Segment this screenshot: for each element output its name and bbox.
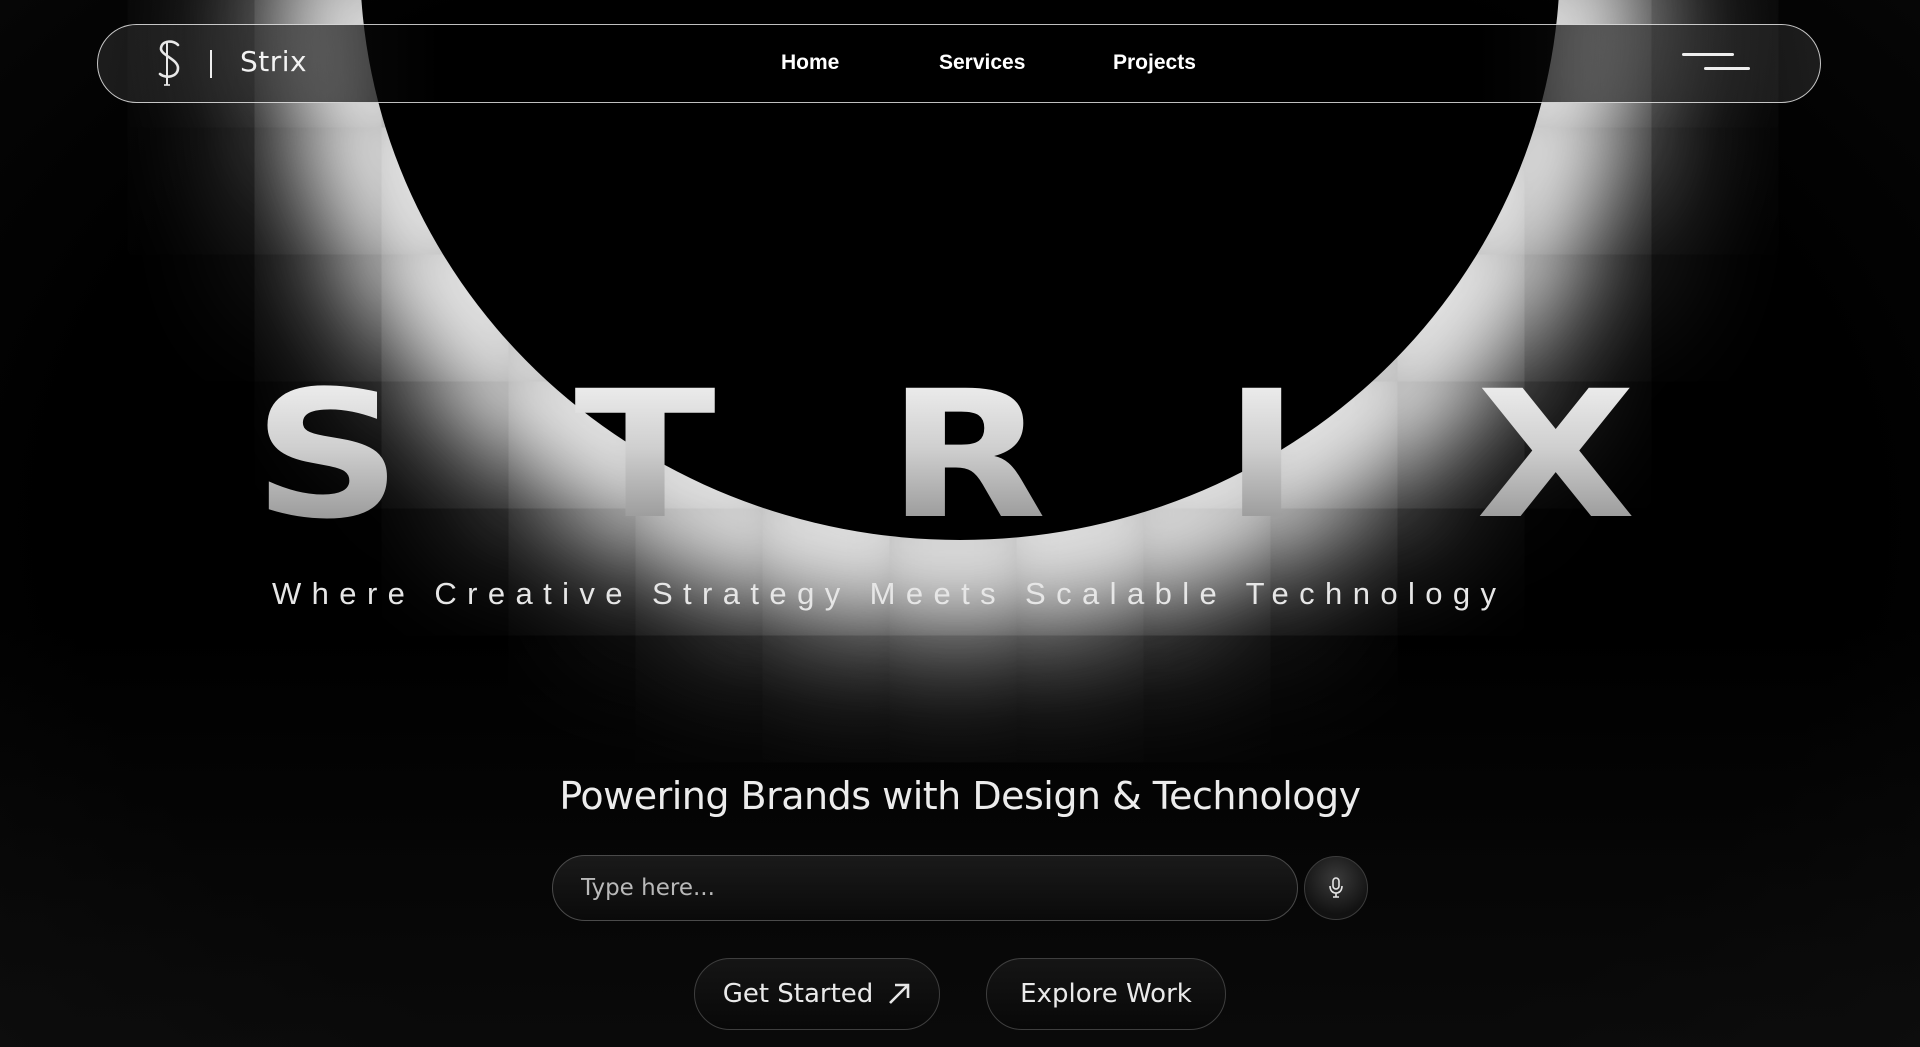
hero-tagline: Where Creative Strategy Meets Scalable T…: [272, 576, 1507, 611]
strix-logo-icon[interactable]: [154, 37, 184, 91]
hero-letter-t: T: [574, 353, 716, 558]
top-navigation-bar: Strix Home Services Projects: [97, 24, 1821, 103]
arrow-up-right-icon: [889, 983, 910, 1004]
hero-subheading: Powering Brands with Design & Technology: [559, 774, 1361, 818]
microphone-icon: [1329, 877, 1343, 898]
explore-work-label: Explore Work: [1020, 979, 1192, 1009]
search-input[interactable]: [579, 856, 1273, 920]
search-box: [552, 855, 1298, 921]
menu-line-bottom: [1704, 67, 1750, 70]
background-floor: [0, 627, 1920, 1047]
menu-line-top: [1682, 53, 1734, 56]
logo-divider: [210, 50, 212, 78]
nav-link-projects[interactable]: Projects: [1113, 51, 1196, 75]
nav-link-home[interactable]: Home: [781, 51, 839, 75]
nav-link-services[interactable]: Services: [939, 51, 1025, 75]
hero-title: S T R I X: [253, 353, 1637, 558]
hamburger-menu-icon[interactable]: [1682, 53, 1752, 77]
hero-letter-r: R: [886, 353, 1047, 558]
hero-letter-s: S: [252, 353, 403, 558]
brand-name[interactable]: Strix: [240, 45, 307, 78]
get-started-label: Get Started: [722, 979, 874, 1009]
hero-letter-x: X: [1476, 353, 1637, 558]
hero-letter-i: I: [1222, 353, 1301, 558]
microphone-button[interactable]: [1304, 856, 1368, 920]
explore-work-button[interactable]: Explore Work: [986, 958, 1226, 1030]
get-started-button[interactable]: Get Started: [694, 958, 940, 1030]
